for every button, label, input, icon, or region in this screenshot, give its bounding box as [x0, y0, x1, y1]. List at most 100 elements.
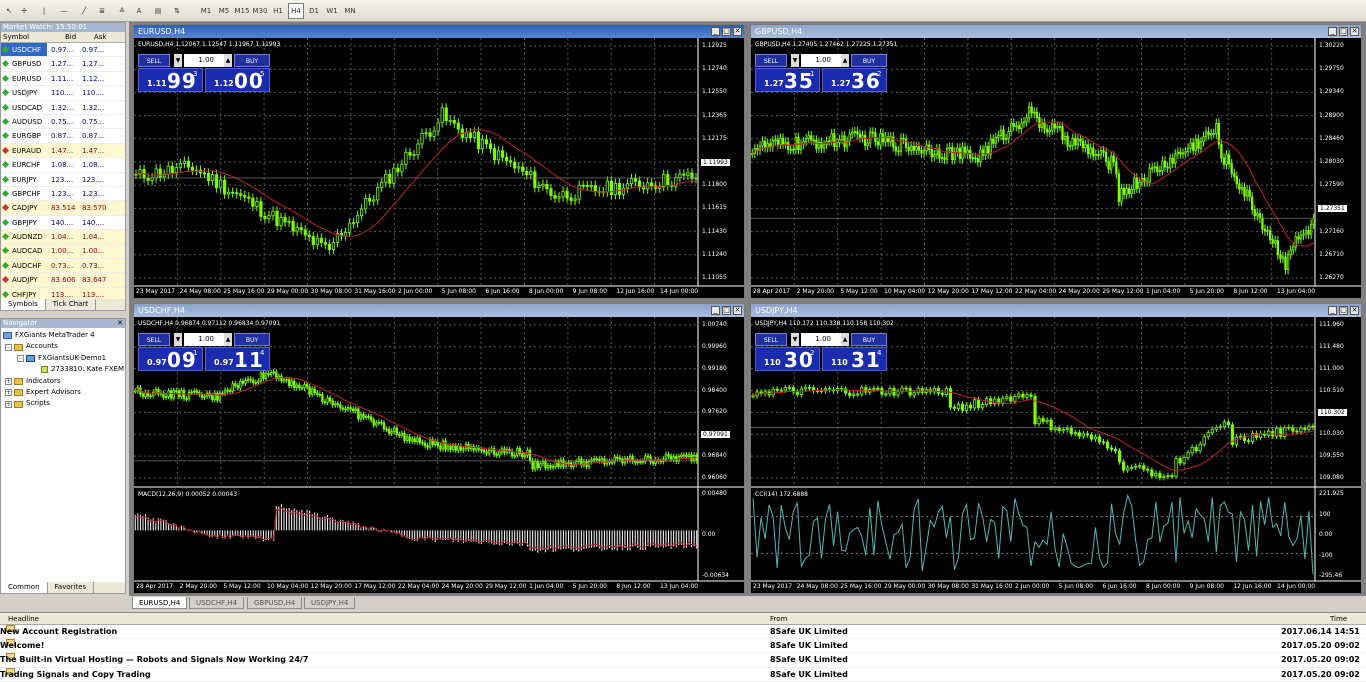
maximize-icon[interactable]: □ [722, 27, 731, 36]
sell-price-box[interactable]: 110 30 2 [755, 347, 820, 372]
chart-tab[interactable]: USDJPY,H4 [304, 597, 356, 609]
column-header-ask[interactable]: Ask [78, 32, 109, 42]
market-watch-row[interactable]: EURCHF 1.08... 1.08... [1, 158, 125, 173]
expand-icon[interactable]: + [5, 377, 12, 385]
timeframe-button-m15[interactable]: M15 [234, 3, 250, 19]
lot-down-icon[interactable]: ▼ [791, 54, 799, 67]
vertical-line-icon[interactable]: | [38, 3, 50, 19]
sell-button[interactable]: SELL [138, 54, 170, 67]
crosshair-icon[interactable]: ✛ [18, 3, 30, 19]
chart-window-title[interactable]: GBPUSD,H4 _ □ ✕ [751, 25, 1361, 38]
buy-button[interactable]: BUY [851, 333, 887, 346]
tab-tick-chart[interactable]: Tick Chart [46, 299, 97, 310]
fibonacci-icon[interactable]: ≣ [96, 3, 108, 19]
maximize-icon[interactable]: □ [1339, 27, 1348, 36]
chart-window-title[interactable]: USDCHF,H4 _ □ ✕ [134, 304, 744, 317]
expand-icon[interactable]: + [5, 400, 12, 408]
buy-price-box[interactable]: 110 31 4 [822, 347, 887, 372]
lot-down-icon[interactable]: ▼ [174, 333, 182, 346]
lot-down-icon[interactable]: ▼ [791, 333, 799, 346]
column-header-headline[interactable]: Headline [8, 613, 39, 625]
lot-down-icon[interactable]: ▼ [174, 54, 182, 67]
market-watch-row[interactable]: EURJPY 123.... 123.... [1, 173, 125, 187]
chart-plot-area[interactable]: EURUSD,H4 1.12067 1.12547 1.11967 1.1199… [134, 38, 744, 298]
lot-size-input[interactable]: 1.00 [801, 54, 841, 67]
market-watch-row[interactable]: USDCAD 1.32... 1.32... [1, 101, 125, 115]
lot-up-icon[interactable]: ▲ [224, 333, 232, 346]
trendline-icon[interactable]: ╱ [78, 3, 90, 19]
close-icon[interactable]: ✕ [1350, 306, 1359, 315]
market-watch-row[interactable]: GBPUSD 1.27... 1.27... [1, 57, 125, 72]
market-watch-row[interactable]: CADJPY 83.514 83.570 [1, 201, 125, 216]
minimize-icon[interactable]: _ [1328, 27, 1337, 36]
lot-size-input[interactable]: 1.00 [184, 54, 224, 67]
nav-root[interactable]: FXGiants MetaTrader 4 [1, 330, 125, 341]
chart-tab[interactable]: USDCHF,H4 [189, 597, 245, 609]
tab-common[interactable]: Common [1, 582, 48, 593]
lot-up-icon[interactable]: ▲ [841, 54, 849, 67]
close-icon[interactable]: ✕ [117, 319, 123, 328]
market-watch-row[interactable]: EURUSD 1.11... 1.12... [1, 72, 125, 87]
nav-accounts[interactable]: - Accounts [1, 341, 125, 352]
market-watch-row[interactable]: AUDNZD 1.04... 1.04... [1, 230, 125, 245]
nav-indicators[interactable]: + Indicators [1, 376, 125, 387]
arrows-icon[interactable]: ⇅ [170, 3, 184, 19]
timeframe-button-d1[interactable]: D1 [306, 3, 322, 19]
nav-expert-advisors[interactable]: + Expert Advisors [1, 387, 125, 398]
lot-size-input[interactable]: 1.00 [184, 333, 224, 346]
expand-icon[interactable]: + [5, 389, 12, 397]
sell-price-box[interactable]: 1.11 99 3 [138, 68, 203, 93]
sell-price-box[interactable]: 0.97 09 1 [138, 347, 203, 372]
label-icon[interactable]: ▤ [152, 3, 164, 19]
timeframe-button-h1[interactable]: H1 [270, 3, 286, 19]
channel-icon[interactable]: ≙ [116, 3, 128, 19]
buy-price-box[interactable]: 0.97 11 4 [205, 347, 270, 372]
collapse-icon[interactable]: - [5, 343, 12, 351]
minimize-icon[interactable]: _ [711, 27, 720, 36]
buy-button[interactable]: BUY [851, 54, 887, 67]
chart-plot-area[interactable]: GBPUSD,H4 1.27405 1.27462 1.27225 1.2735… [751, 38, 1361, 298]
buy-button[interactable]: BUY [234, 333, 270, 346]
timeframe-button-m1[interactable]: M1 [198, 3, 214, 19]
chart-window[interactable]: USDCHF,H4 _ □ ✕ USDCHF,H4 0.96874 0.97112 0.… [133, 303, 745, 594]
chart-window-title[interactable]: USDJPY,H4 _ □ ✕ [751, 304, 1361, 317]
tab-symbols[interactable]: Symbols [1, 299, 46, 310]
timeframe-button-mn[interactable]: MN [342, 3, 358, 19]
chart-tab[interactable]: GBPUSD,H4 [247, 597, 303, 609]
market-watch-row[interactable]: EURGBP 0.87... 0.87... [1, 129, 125, 144]
cursor-icon[interactable]: ↖ [3, 3, 15, 19]
buy-price-box[interactable]: 1.12 00 5 [205, 68, 270, 93]
buy-button[interactable]: BUY [234, 54, 270, 67]
lot-size-input[interactable]: 1.00 [801, 333, 841, 346]
horizontal-line-icon[interactable]: — [58, 3, 70, 19]
sell-button[interactable]: SELL [138, 333, 170, 346]
market-watch-row[interactable]: AUDCAD 1.00... 1.00... [1, 244, 125, 259]
maximize-icon[interactable]: □ [1339, 306, 1348, 315]
chart-window[interactable]: EURUSD,H4 _ □ ✕ EURUSD,H4 1.12067 1.12547 1.… [133, 24, 745, 299]
collapse-icon[interactable]: - [17, 354, 24, 362]
market-watch-row[interactable]: USDCHF 0.97... 0.97... [1, 43, 125, 58]
news-row[interactable]: Welcome! 8Safe UK Limited 2017.05.20 09:02 [0, 639, 1366, 654]
market-watch-row[interactable]: EURAUD 1.47... 1.47... [1, 143, 125, 159]
market-watch-row[interactable]: AUDJPY 83.606 83.647 [1, 273, 125, 288]
text-tool-button[interactable]: A [134, 3, 144, 19]
sell-button[interactable]: SELL [755, 333, 787, 346]
timeframe-button-w1[interactable]: W1 [324, 3, 340, 19]
news-row[interactable]: Trading Signals and Copy Trading 8Safe UK… [0, 667, 1366, 682]
chart-plot-area[interactable]: USDJPY,H4 110.172 110.338 110.158 110.30… [751, 317, 1361, 593]
nav-account[interactable]: 2733810: Kate FXEM [1, 364, 125, 375]
column-header-time[interactable]: Time [1330, 613, 1347, 625]
timeframe-button-m30[interactable]: M30 [252, 3, 268, 19]
close-icon[interactable]: ✕ [733, 27, 742, 36]
market-watch-row[interactable]: USDJPY 110.... 110.... [1, 86, 125, 101]
market-watch-row[interactable]: AUDCHF 0.73... 0.73... [1, 258, 125, 274]
nav-server[interactable]: - FXGiantsUK-Demo1 [1, 353, 125, 364]
chart-window[interactable]: GBPUSD,H4 _ □ ✕ GBPUSD,H4 1.27405 1.27462 1.… [750, 24, 1362, 299]
news-row[interactable]: The Built-in Virtual Hosting — Robots an… [0, 653, 1366, 668]
column-header-symbol[interactable]: Symbol [1, 32, 47, 42]
news-row[interactable]: New Account Registration 8Safe UK Limited… [0, 625, 1366, 640]
lot-up-icon[interactable]: ▲ [224, 54, 232, 67]
maximize-icon[interactable]: □ [722, 306, 731, 315]
chart-window[interactable]: USDJPY,H4 _ □ ✕ USDJPY,H4 110.172 110.338 11… [750, 303, 1362, 594]
close-icon[interactable]: ✕ [733, 306, 742, 315]
